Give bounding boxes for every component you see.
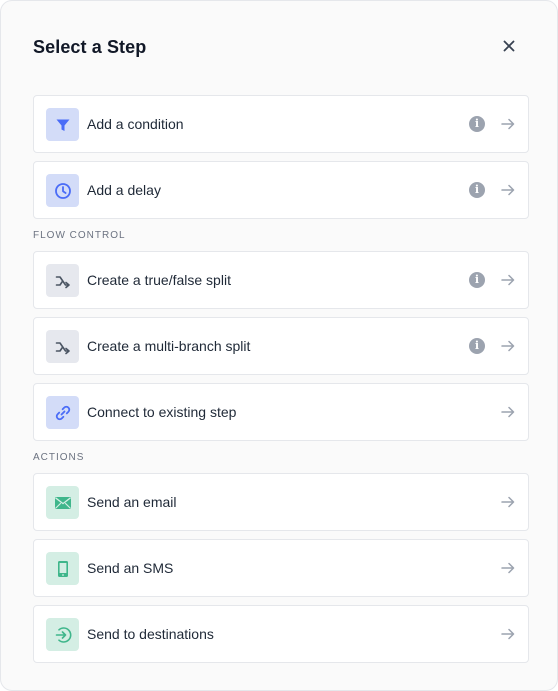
section-label-actions: ACTIONS [33, 452, 85, 463]
step-option-label: Create a multi-branch split [87, 338, 251, 354]
split-icon [55, 341, 70, 354]
email-icon [54, 496, 71, 509]
step-option-label: Send to destinations [87, 626, 214, 642]
dialog-header: Select a Step [33, 35, 525, 59]
arrow-right-icon [501, 274, 515, 286]
email-icon-tile [46, 486, 79, 519]
arrow-right-icon [501, 496, 515, 508]
filter-icon [56, 119, 69, 131]
arrow-right-icon [501, 406, 515, 418]
step-option-label: Connect to existing step [87, 404, 237, 420]
destination-icon-tile [46, 618, 79, 651]
step-option-add-condition[interactable]: Add a condition i [33, 95, 529, 153]
clock-icon [54, 182, 71, 199]
step-option-send-sms[interactable]: Send an SMS [33, 539, 529, 597]
split-icon-tile [46, 330, 79, 363]
delay-icon-tile [46, 174, 79, 207]
phone-icon-tile [46, 552, 79, 585]
arrow-right-icon [501, 118, 515, 130]
link-icon-tile [46, 396, 79, 429]
link-icon [55, 405, 70, 420]
info-icon[interactable]: i [469, 116, 485, 132]
arrow-right-icon [501, 562, 515, 574]
step-option-label: Add a condition [87, 116, 184, 132]
dialog-title: Select a Step [33, 37, 147, 57]
step-option-connect-existing[interactable]: Connect to existing step [33, 383, 529, 441]
info-icon[interactable]: i [469, 338, 485, 354]
close-icon [503, 40, 515, 52]
step-option-label: Send an SMS [87, 560, 174, 576]
step-option-send-destinations[interactable]: Send to destinations [33, 605, 529, 663]
step-option-add-delay[interactable]: Add a delay i [33, 161, 529, 219]
select-step-dialog: Select a Step Add a condition i Add a de… [0, 0, 558, 691]
arrow-right-icon [501, 628, 515, 640]
step-option-label: Add a delay [87, 182, 161, 198]
step-option-label: Create a true/false split [87, 272, 231, 288]
split-icon-tile [46, 264, 79, 297]
info-icon[interactable]: i [469, 182, 485, 198]
split-icon [55, 275, 70, 288]
section-label-flow-control: FLOW CONTROL [33, 230, 126, 241]
arrow-right-icon [501, 184, 515, 196]
condition-icon-tile [46, 108, 79, 141]
info-icon[interactable]: i [469, 272, 485, 288]
phone-icon [57, 560, 68, 577]
destination-icon [55, 626, 71, 643]
close-button[interactable] [499, 36, 519, 56]
step-option-send-email[interactable]: Send an email [33, 473, 529, 531]
step-option-label: Send an email [87, 494, 177, 510]
step-option-true-false-split[interactable]: Create a true/false split i [33, 251, 529, 309]
step-option-multi-branch-split[interactable]: Create a multi-branch split i [33, 317, 529, 375]
arrow-right-icon [501, 340, 515, 352]
